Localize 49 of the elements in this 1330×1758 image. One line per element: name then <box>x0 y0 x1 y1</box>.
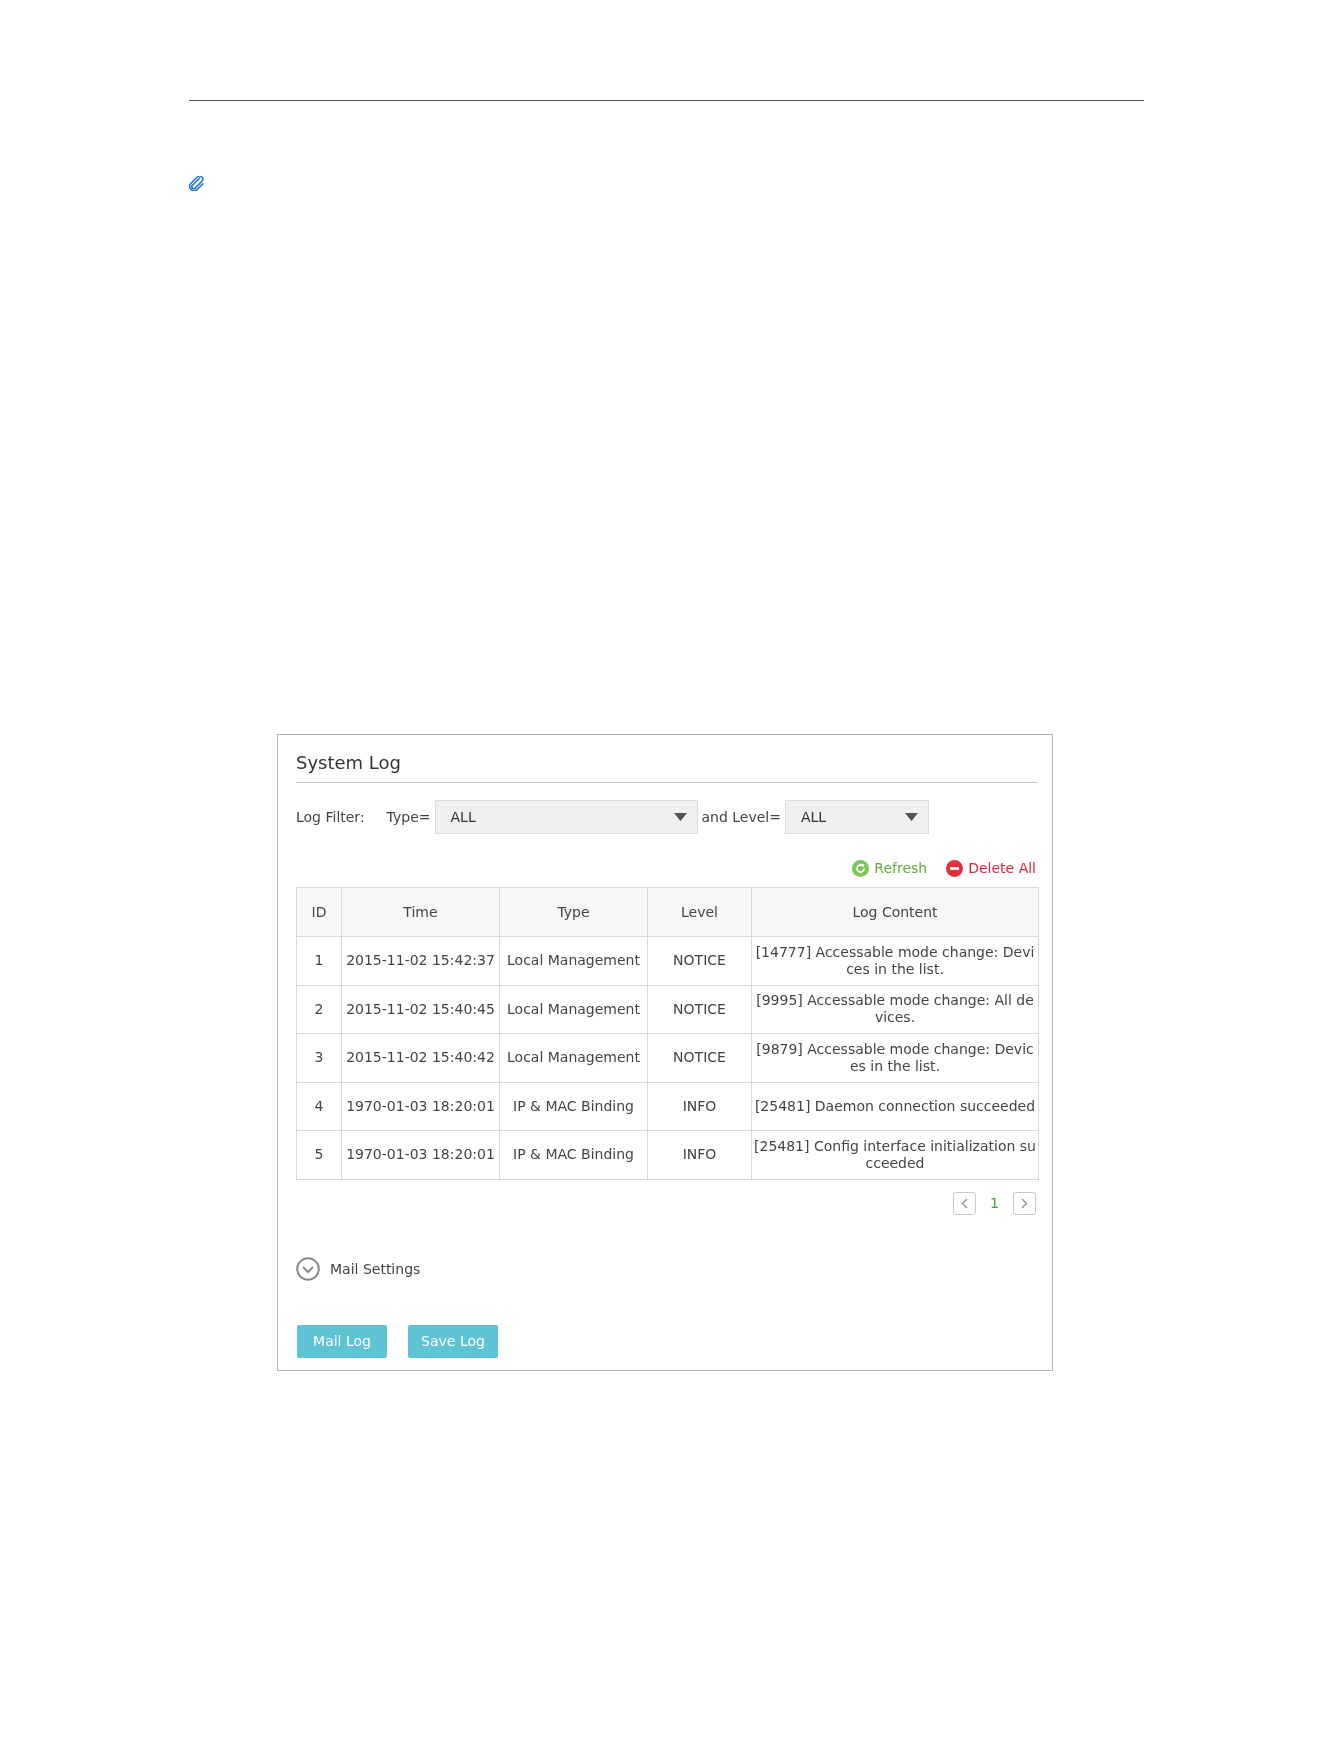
table-cell: 5 <box>296 1130 342 1179</box>
column-header: Log Content <box>751 887 1039 937</box>
table-cell: 2 <box>296 985 342 1034</box>
dropdown[interactable]: ALL <box>434 800 698 834</box>
table-cell: [14777] Accessable mode change: Devices in the list. <box>751 936 1039 985</box>
chevron-left-icon <box>961 1197 969 1209</box>
minus-icon <box>946 859 964 877</box>
paperclip-icon <box>189 176 205 191</box>
table-cell: INFO <box>647 1082 752 1131</box>
table-cell: [9995] Accessable mode change: All devices. <box>751 985 1039 1034</box>
panel-title: System Log <box>296 752 402 774</box>
dropdown-label: Type= <box>386 809 431 825</box>
table-cell: 3 <box>296 1033 342 1082</box>
refresh-icon <box>852 859 870 877</box>
table-cell: 4 <box>296 1082 342 1131</box>
table-cell: 2015-11-02 15:42:37 <box>341 936 500 985</box>
column-header: ID <box>296 887 342 937</box>
table-cell: Local Management <box>499 1033 648 1082</box>
table-cell: 1 <box>296 936 342 985</box>
table-cell: NOTICE <box>647 985 752 1034</box>
delete-all-button[interactable]: Delete All <box>946 858 1036 878</box>
filter-label: Log Filter: <box>296 809 365 825</box>
previous-page-button[interactable] <box>953 1191 977 1215</box>
table-cell: Local Management <box>499 985 648 1034</box>
chevron-right-icon <box>1021 1197 1028 1209</box>
table-cell: 1970-01-03 18:20:01 <box>341 1130 500 1179</box>
column-header: Level <box>647 887 752 937</box>
table-cell: Local Management <box>499 936 648 985</box>
next-page-button[interactable] <box>1013 1191 1036 1215</box>
table-cell: 2015-11-02 15:40:42 <box>341 1033 500 1082</box>
page-number[interactable]: 1 <box>976 1195 1013 1211</box>
caret-icon <box>905 813 918 821</box>
table-cell: INFO <box>647 1130 752 1179</box>
table-cell: NOTICE <box>647 1033 752 1082</box>
column-header: Time <box>341 887 500 937</box>
column-header: Type <box>499 887 648 937</box>
table-cell: 2015-11-02 15:40:45 <box>341 985 500 1034</box>
mail-settings-toggle[interactable]: Mail Settings <box>296 1256 421 1281</box>
table-cell: [9879] Accessable mode change: Devices in the list. <box>751 1033 1039 1082</box>
caret-icon <box>673 813 687 821</box>
table-cell: 1970-01-03 18:20:01 <box>341 1082 500 1131</box>
table-cell: IP & MAC Binding <box>499 1082 648 1131</box>
dropdown[interactable]: ALL <box>785 800 929 834</box>
table-cell: NOTICE <box>647 936 752 985</box>
table-cell: [25481] Daemon connection succeeded <box>751 1082 1039 1131</box>
table-cell: IP & MAC Binding <box>499 1130 648 1179</box>
dropdown-label: and Level= <box>701 809 781 825</box>
refresh-button[interactable]: Refresh <box>852 858 928 878</box>
table-cell: [25481] Config interface initialization succeeded <box>751 1130 1039 1179</box>
